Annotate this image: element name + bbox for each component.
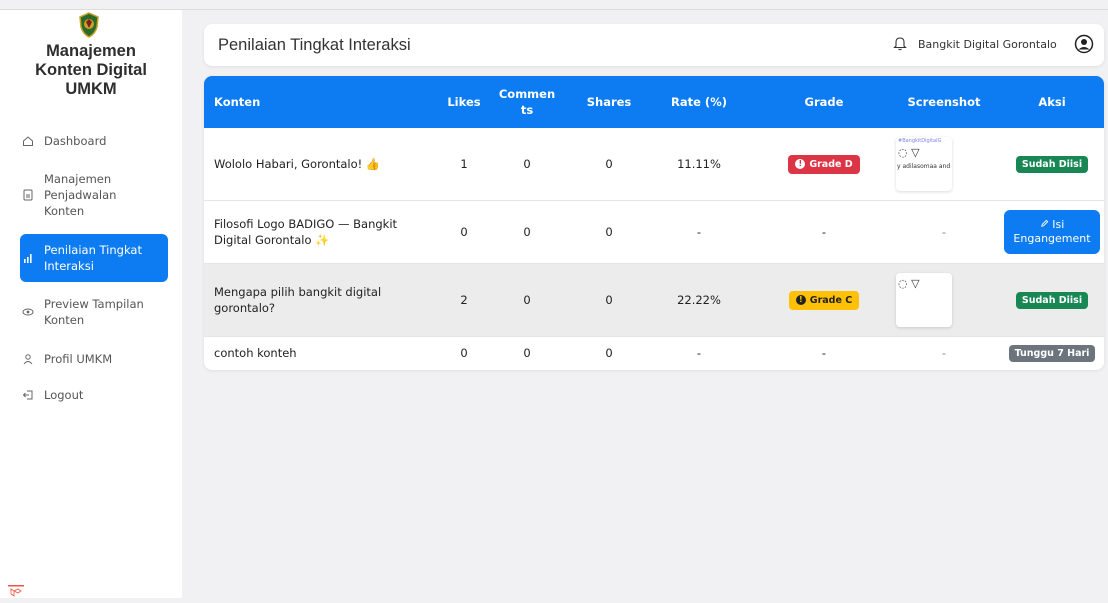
status-badge: Tunggu 7 Hari bbox=[1008, 344, 1096, 362]
shares-cell: 0 bbox=[605, 293, 613, 307]
brand-line: Manajemen bbox=[46, 42, 136, 60]
pencil-icon bbox=[1040, 219, 1049, 227]
table-row: Filosofi Logo BADIGO — Bangkit Digital G… bbox=[204, 201, 1104, 264]
screenshot-cell: - bbox=[941, 346, 947, 360]
status-badge: Sudah Diisi bbox=[1015, 155, 1089, 173]
shares-cell: 0 bbox=[605, 157, 613, 171]
interaction-table: Konten Likes Commen ts Shares Rate (%) G… bbox=[204, 76, 1104, 370]
comment-share-icon: ◌ ▽ bbox=[898, 146, 920, 159]
screenshot-thumbnail[interactable]: #BangkitDigitalG ◌ ▽ y adilasomaa and bbox=[896, 137, 952, 191]
shares-cell: 0 bbox=[605, 346, 613, 360]
status-badge: Sudah Diisi bbox=[1015, 291, 1089, 309]
column-header-shares: Shares bbox=[586, 95, 632, 109]
konten-cell: Filosofi Logo BADIGO — Bangkit Digital G… bbox=[214, 217, 398, 247]
column-header-konten: Konten bbox=[214, 95, 261, 109]
logout-icon bbox=[20, 389, 36, 401]
sidebar-item-label: Manajemen Penjadwalan Konten bbox=[44, 172, 117, 218]
grade-label: Grade D bbox=[809, 158, 853, 170]
likes-cell: 2 bbox=[460, 293, 468, 307]
comments-cell: 0 bbox=[523, 293, 531, 307]
sidebar-item-penjadwalan[interactable]: Manajemen Penjadwalan Konten bbox=[20, 170, 168, 220]
column-header-comments: Commen ts bbox=[498, 87, 556, 117]
screenshot-cell: #BangkitDigitalG ◌ ▽ y adilasomaa and bbox=[896, 128, 952, 200]
grade-label: Grade C bbox=[809, 294, 853, 306]
isi-line: Isi bbox=[1040, 218, 1065, 232]
screenshot-thumbnail[interactable]: ◌ ▽ bbox=[896, 273, 952, 327]
sidebar: Manajemen Konten Digital UMKM Dashboard … bbox=[0, 10, 182, 598]
aksi-cell: Sudah Diisi bbox=[1004, 128, 1100, 200]
sidebar-item-profil[interactable]: Profil UMKM bbox=[20, 350, 168, 368]
likes-cell: 0 bbox=[460, 346, 468, 360]
table-row: contoh konteh 0 0 0 - - - Tunggu 7 Hari bbox=[204, 337, 1104, 369]
shares-cell: 0 bbox=[605, 225, 613, 239]
konten-cell: Mengapa pilih bangkit digital gorontalo? bbox=[214, 285, 382, 315]
sidebar-item-dashboard[interactable]: Dashboard bbox=[20, 132, 168, 150]
info-icon: ! bbox=[795, 159, 806, 169]
engagement-label: Engangement bbox=[1013, 232, 1091, 245]
screenshot-cell: ◌ ▽ bbox=[896, 264, 952, 336]
column-header-aksi: Aksi bbox=[1038, 95, 1066, 109]
konten-cell: contoh konteh bbox=[214, 346, 297, 360]
screenshot-caption: y adilasomaa and bbox=[897, 163, 951, 170]
rate-cell: - bbox=[696, 225, 702, 239]
bar-chart-icon bbox=[20, 252, 36, 264]
sidebar-item-preview[interactable]: Preview Tampilan Konten bbox=[20, 295, 168, 329]
sidebar-item-label: Profil UMKM bbox=[44, 352, 113, 366]
isi-engagement-button[interactable]: Isi Engangement bbox=[1004, 210, 1100, 254]
bell-icon[interactable] bbox=[893, 35, 907, 55]
sidebar-item-label: Preview Tampilan Konten bbox=[44, 297, 144, 327]
page-title: Penilaian Tingkat Interaksi bbox=[218, 36, 411, 54]
column-header-rate: Rate (%) bbox=[671, 95, 727, 109]
isi-label: Isi bbox=[1052, 218, 1065, 231]
grade-badge: ! Grade C bbox=[788, 290, 860, 310]
screenshot-tag: #BangkitDigitalG bbox=[898, 138, 942, 144]
sidebar-item-label: Dashboard bbox=[44, 134, 107, 148]
info-icon: ! bbox=[795, 295, 806, 305]
table-row: Wololo Habari, Gorontalo! 👍 1 0 0 11.11%… bbox=[204, 128, 1104, 201]
grade-cell: - bbox=[821, 225, 827, 239]
brand-line: UMKM bbox=[65, 80, 117, 98]
sidebar-item-label: Penilaian Tingkat Interaksi bbox=[44, 243, 142, 273]
sidebar-item-label: Logout bbox=[44, 388, 84, 402]
grade-cell: - bbox=[821, 346, 827, 360]
aksi-cell: Isi Engangement bbox=[1004, 201, 1100, 263]
table-header: Konten Likes Commen ts Shares Rate (%) G… bbox=[204, 76, 1104, 128]
likes-cell: 0 bbox=[460, 225, 468, 239]
table-row: Mengapa pilih bangkit digital gorontalo?… bbox=[204, 264, 1104, 337]
grade-badge: ! Grade D bbox=[788, 154, 860, 174]
rate-cell: 11.11% bbox=[677, 157, 721, 171]
brand-line: Konten Digital bbox=[35, 61, 147, 79]
comment-share-icon: ◌ ▽ bbox=[898, 277, 920, 290]
sidebar-item-logout[interactable]: Logout bbox=[20, 386, 168, 404]
grade-cell: ! Grade D bbox=[784, 128, 864, 200]
brand-logo-icon bbox=[78, 12, 100, 38]
sidebar-item-penilaian[interactable]: Penilaian Tingkat Interaksi bbox=[20, 234, 168, 282]
laravel-icon bbox=[8, 584, 24, 598]
user-icon bbox=[20, 353, 36, 365]
user-name[interactable]: Bangkit Digital Gorontalo bbox=[918, 38, 1057, 51]
likes-cell: 1 bbox=[460, 157, 468, 171]
column-header-grade: Grade bbox=[804, 95, 844, 109]
konten-cell: Wololo Habari, Gorontalo! 👍 bbox=[214, 157, 381, 171]
column-header-likes: Likes bbox=[447, 95, 481, 109]
eye-icon bbox=[20, 306, 36, 318]
aksi-cell: Tunggu 7 Hari bbox=[1004, 337, 1100, 369]
home-icon bbox=[20, 135, 36, 147]
rate-cell: 22.22% bbox=[677, 293, 721, 307]
comments-cell: 0 bbox=[523, 225, 531, 239]
rate-cell: - bbox=[696, 346, 702, 360]
page-header: Penilaian Tingkat Interaksi Bangkit Digi… bbox=[204, 24, 1104, 66]
avatar[interactable] bbox=[1074, 34, 1094, 58]
column-header-screenshot: Screenshot bbox=[907, 95, 981, 109]
grade-cell: ! Grade C bbox=[784, 264, 864, 336]
aksi-cell: Sudah Diisi bbox=[1004, 264, 1100, 336]
comments-cell: 0 bbox=[523, 157, 531, 171]
brand-title: Manajemen Konten Digital UMKM bbox=[10, 42, 172, 99]
file-icon bbox=[20, 189, 36, 201]
screenshot-cell: - bbox=[941, 225, 947, 239]
comments-cell: 0 bbox=[523, 346, 531, 360]
